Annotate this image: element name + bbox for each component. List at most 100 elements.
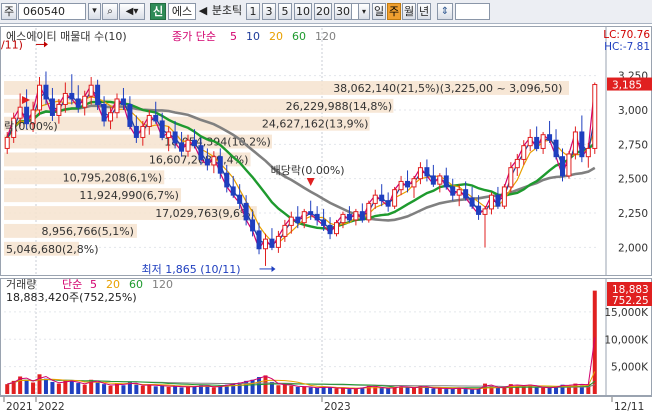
volume-bar	[5, 384, 10, 394]
volume-ma-period-5: 5	[90, 278, 97, 291]
search-icon[interactable]: ⌕	[102, 3, 118, 20]
volume-bar	[179, 387, 184, 394]
volume-bar	[547, 387, 552, 394]
volume-bar	[166, 386, 171, 394]
volume-bar	[121, 385, 126, 394]
interval-tab-label: 에스	[171, 5, 193, 18]
date-label: 12/11	[614, 401, 644, 413]
low-annotation: 최저 1,865 (10/11)	[141, 263, 240, 276]
volume-bar	[102, 384, 107, 394]
volume-chart-svg[interactable]: 15,000K 10,000K 5,000K 거래량 단순 5 20 60 120 18,883,…	[0, 278, 652, 396]
price-panel-title: 에스에이티 매물대 수(10)	[6, 30, 127, 43]
volume-info-label: 18,883,420주(752,25%)	[6, 291, 137, 304]
interval-tab-5[interactable]: 3	[262, 3, 276, 20]
interval-tab-label: 분초틱	[211, 4, 243, 17]
interval-tab-3[interactable]: 분초틱	[210, 3, 244, 20]
volume-profile-label: 11,924,990(6,7%)	[79, 189, 179, 202]
ma-title: 종가 단순	[172, 30, 216, 43]
volume-bar	[173, 385, 178, 394]
volume-bar	[308, 387, 313, 394]
speaker-icon[interactable]: ◀▾	[119, 3, 145, 20]
ma-period-20: 20	[269, 30, 283, 43]
period-tab-1[interactable]: 주	[387, 3, 401, 20]
price-chart-panel[interactable]: 38,062,140(21,5%)(3,225,00 ~ 3,096,50) 26…	[0, 26, 652, 276]
volume-ma-period-20: 20	[106, 278, 120, 291]
interval-tab-label: 1	[249, 5, 257, 18]
price-y-tick: 2,250	[618, 208, 648, 220]
volume-y-tick: 15,000K	[604, 307, 649, 319]
price-y-tick: 2,500	[618, 174, 648, 186]
volume-bar	[140, 385, 145, 394]
period-tab-3[interactable]: 년	[417, 3, 431, 20]
interval-tab-label: ◀	[198, 4, 208, 17]
volume-bar	[411, 387, 416, 394]
interval-tab-8[interactable]: 20	[314, 3, 332, 20]
volume-bar	[405, 387, 410, 394]
period-tab-2[interactable]: 월	[402, 3, 416, 20]
ma-period-60: 60	[292, 30, 306, 43]
interval-tab-label: 3	[265, 5, 273, 18]
interval-tab-2[interactable]: ◀	[198, 3, 208, 20]
volume-bar	[95, 382, 100, 394]
interval-tab-1[interactable]: 에스	[168, 3, 196, 20]
price-y-tick: 2,750	[618, 139, 648, 151]
interval-tab-label: 30	[336, 5, 350, 18]
volume-bar	[302, 386, 307, 394]
chart-toolbar: 주 060540 ▾ ⌕ ◀▾ 3 ▾ ⇕ 신에스◀분초틱135102030일주…	[0, 0, 652, 24]
volume-bar	[276, 385, 281, 394]
interval-tab-7[interactable]: 10	[294, 3, 312, 20]
volume-bar	[76, 383, 81, 394]
price-chart-svg[interactable]: 38,062,140(21,5%)(3,225,00 ~ 3,096,50) 26…	[0, 26, 652, 276]
volume-bar	[347, 389, 352, 394]
interval-tab-9[interactable]: 30	[334, 3, 352, 20]
interval-dropdown-icon[interactable]: ▾	[358, 3, 370, 20]
ma-period-120: 120	[315, 30, 336, 43]
date-axis: 2021 2022 2023 12/11	[0, 396, 652, 414]
updown-arrow-icon[interactable]: ⇕	[437, 3, 453, 20]
volume-ma-period-60: 60	[129, 278, 143, 291]
interval-tab-4[interactable]: 1	[246, 3, 260, 20]
volume-chart-panel[interactable]: 15,000K 10,000K 5,000K 거래량 단순 5 20 60 120 18,883,…	[0, 278, 652, 396]
high-annotation: 최고 3,455 (12/11)	[0, 38, 23, 51]
volume-bar	[82, 384, 87, 394]
ma-period-5: 5	[230, 30, 237, 43]
volume-bar	[24, 379, 29, 394]
volume-bar	[205, 386, 210, 394]
extra-input[interactable]	[455, 3, 490, 20]
date-label: 2023	[324, 401, 351, 413]
candle	[392, 186, 398, 209]
candle	[366, 200, 372, 223]
period-tab-0[interactable]: 일	[372, 3, 386, 20]
volume-bar	[424, 387, 429, 394]
volume-bar	[50, 381, 55, 394]
date-axis-svg: 2021 2022 2023 12/11	[3, 397, 644, 413]
dropdown-arrow-icon[interactable]: ▾	[88, 3, 101, 20]
interval-tab-0[interactable]: 신	[150, 3, 166, 20]
candle	[566, 151, 572, 179]
lc-label: LC:70.76	[603, 29, 650, 41]
stock-code-value: 060540	[23, 5, 65, 18]
volume-bar	[437, 387, 442, 394]
volume-bar	[43, 378, 48, 394]
left-edge-label: 락(0.00%)	[4, 120, 58, 133]
volume-profile-label: 17,029,763(9,6%)	[155, 207, 255, 220]
stock-code-input[interactable]: 060540	[18, 3, 86, 20]
volume-bar	[211, 387, 216, 394]
market-selector[interactable]: 주	[1, 3, 17, 20]
candle	[501, 184, 507, 209]
volume-bar	[153, 386, 158, 394]
volume-bar	[431, 388, 436, 394]
period-tab-label: 년	[418, 5, 430, 18]
volume-bar	[353, 388, 358, 394]
volume-bar	[328, 387, 333, 394]
volume-profile-label: 10,795,208(6,1%)	[63, 171, 163, 184]
interval-tab-6[interactable]: 5	[278, 3, 292, 20]
market-label: 주	[3, 5, 15, 18]
volume-bar	[444, 389, 449, 394]
volume-bar	[295, 386, 300, 394]
volume-bar	[463, 389, 468, 394]
date-label: 2021	[6, 401, 33, 413]
volume-profile-label: 24,627,162(13,9%)	[262, 118, 369, 131]
interval-tab-label: 5	[281, 5, 289, 18]
volume-bar	[37, 374, 42, 394]
